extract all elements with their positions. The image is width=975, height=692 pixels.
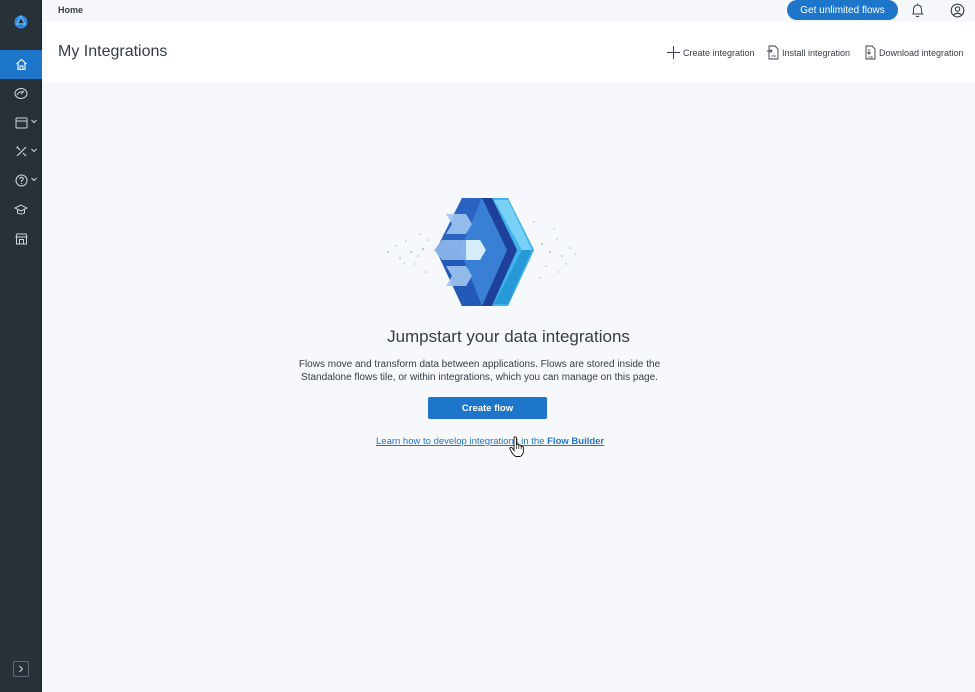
breadcrumb-home[interactable]: Home <box>58 5 83 15</box>
dashboard-gauge-icon <box>14 88 28 99</box>
download-integration-label: Download integration <box>879 47 964 58</box>
sidebar-item-tools[interactable] <box>0 137 42 166</box>
sidebar-item-resources[interactable] <box>0 108 42 137</box>
tools-icon <box>15 146 26 157</box>
chevron-right-icon <box>19 665 24 673</box>
chevron-down-icon <box>31 148 37 153</box>
help-circle-icon <box>15 174 27 187</box>
hand-pointer-cursor-icon <box>509 436 524 457</box>
install-integration-button[interactable]: zip Install integration <box>766 45 850 60</box>
expand-sidebar-button[interactable] <box>13 661 29 677</box>
flow-builder-learn-link[interactable]: Learn how to develop integrations in the… <box>376 436 604 447</box>
storefront-icon <box>14 233 28 244</box>
sidebar <box>0 0 42 692</box>
logo-icon <box>14 15 28 29</box>
app-logo[interactable] <box>0 0 42 44</box>
chevron-down-icon <box>31 177 37 182</box>
empty-state-heading: Jumpstart your data integrations <box>387 327 630 346</box>
integration-cube-illustration <box>387 198 576 306</box>
sidebar-item-marketplace[interactable] <box>0 224 42 253</box>
graduation-cap-icon <box>14 203 28 214</box>
empty-state-description: Flows move and transform data between ap… <box>298 359 661 383</box>
top-bar: Home Get unlimited flows <box>42 0 975 22</box>
sidebar-item-help[interactable] <box>0 166 42 195</box>
install-file-icon: zip <box>767 45 779 60</box>
learn-link-bold: Flow Builder <box>547 436 605 447</box>
get-unlimited-flows-button[interactable]: Get unlimited flows <box>787 0 898 20</box>
sidebar-item-university[interactable] <box>0 195 42 224</box>
chevron-down-icon <box>31 119 37 124</box>
main-content: Jumpstart your data integrations Flows m… <box>42 82 975 692</box>
sidebar-item-home[interactable] <box>0 50 42 79</box>
bell-icon[interactable] <box>910 2 925 19</box>
create-integration-button[interactable]: Create integration <box>666 45 755 60</box>
create-flow-button[interactable]: Create flow <box>428 397 547 419</box>
home-icon <box>15 58 27 71</box>
install-integration-label: Install integration <box>782 47 851 58</box>
create-integration-label: Create integration <box>683 47 755 58</box>
svg-text:zip: zip <box>771 54 777 58</box>
sidebar-item-dashboard[interactable] <box>0 79 42 108</box>
resources-icon <box>15 117 27 128</box>
download-file-icon: zip <box>865 45 876 60</box>
user-account-icon[interactable] <box>950 3 965 18</box>
page-header: My Integrations Create integration zip I… <box>42 22 975 82</box>
page-title: My Integrations <box>58 43 168 60</box>
download-integration-button[interactable]: zip Download integration <box>863 45 964 60</box>
svg-text:zip: zip <box>868 55 874 59</box>
plus-icon <box>667 46 680 59</box>
